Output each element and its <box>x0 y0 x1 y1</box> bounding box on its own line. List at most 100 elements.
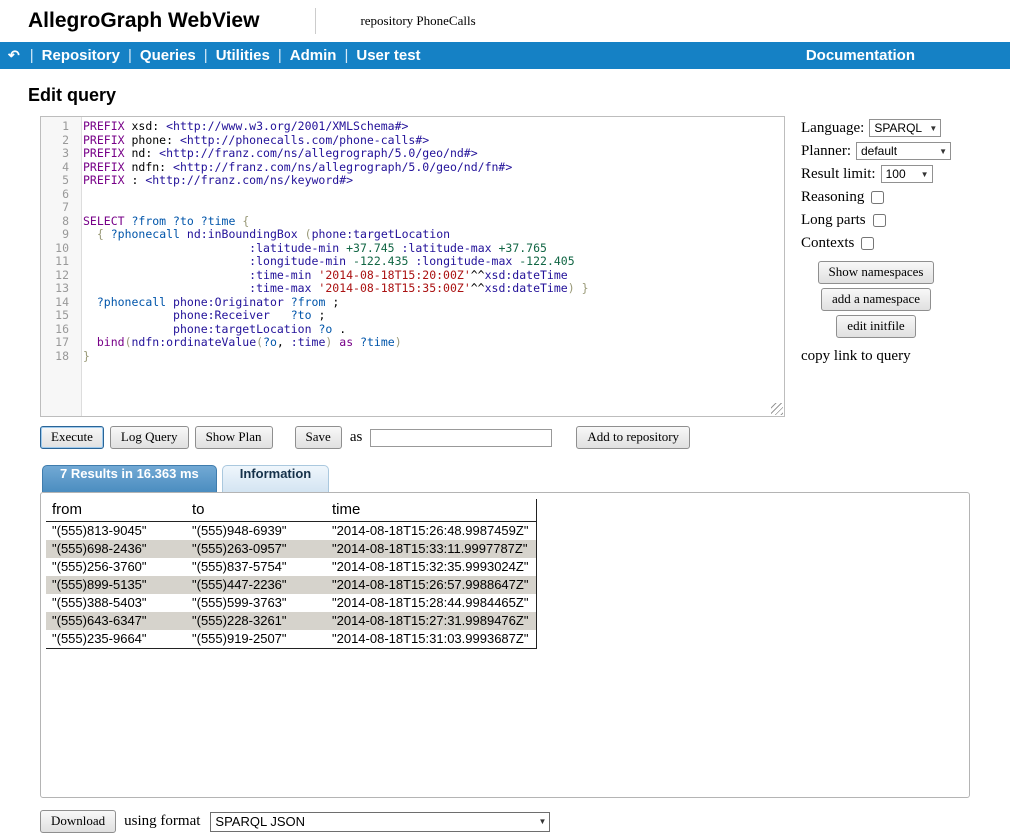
header: AllegroGraph WebView repository PhoneCal… <box>0 0 1010 42</box>
show-namespaces-button[interactable]: Show namespaces <box>818 261 935 284</box>
nav-items: |Repository|Queries|Utilities|Admin|User… <box>22 47 421 64</box>
chevron-down-icon: ▼ <box>539 817 547 826</box>
line-number: 14 <box>41 296 78 310</box>
resize-grip-icon[interactable] <box>771 403 783 415</box>
long-parts-checkbox[interactable] <box>873 214 886 227</box>
back-icon[interactable]: ↶ <box>8 47 20 64</box>
app-title: AllegroGraph WebView <box>28 9 259 33</box>
code-row: 1PREFIX xsd: <http://www.w3.org/2001/XML… <box>41 120 784 134</box>
add-namespace-button[interactable]: add a namespace <box>821 288 931 311</box>
table-row: "(555)643-6347""(555)228-3261""2014-08-1… <box>46 612 537 630</box>
results-table: fromtotime "(555)813-9045""(555)948-6939… <box>46 499 537 649</box>
table-row: "(555)388-5403""(555)599-3763""2014-08-1… <box>46 594 537 612</box>
planner-value: default <box>861 144 897 158</box>
code-row: 18} <box>41 350 784 364</box>
nav-item-admin[interactable]: Admin <box>290 47 337 64</box>
code-row: 17 bind(ndfn:ordinateValue(?o, :time) as… <box>41 336 784 350</box>
line-number: 8 <box>41 215 78 229</box>
result-limit-select[interactable]: 100 ▼ <box>881 165 933 183</box>
long-parts-row: Long parts <box>801 210 976 230</box>
code-row: 6 <box>41 188 784 202</box>
code-row: 10 :latitude-min +37.745 :latitude-max +… <box>41 242 784 256</box>
code-row: 14 ?phonecall phone:Originator ?from ; <box>41 296 784 310</box>
table-cell: "2014-08-18T15:26:48.9987459Z" <box>326 522 537 541</box>
code-line: phone:targetLocation ?o . <box>78 323 346 337</box>
tab-information-label: Information <box>240 466 312 481</box>
results-header-row: fromtotime <box>46 499 537 522</box>
nav-separator: | <box>30 47 34 64</box>
chevron-down-icon: ▼ <box>921 170 929 179</box>
code-line: ?phonecall phone:Originator ?from ; <box>78 296 339 310</box>
line-number: 2 <box>41 134 78 148</box>
reasoning-row: Reasoning <box>801 187 976 207</box>
nav-separator: | <box>128 47 132 64</box>
app-root: AllegroGraph WebView repository PhoneCal… <box>0 0 1010 833</box>
code-line: :time-min '2014-08-18T15:20:00Z'^^xsd:da… <box>78 269 568 283</box>
nav-item-repository[interactable]: Repository <box>42 47 120 64</box>
code-row: 2PREFIX phone: <http://phonecalls.com/ph… <box>41 134 784 148</box>
line-number: 16 <box>41 323 78 337</box>
show-plan-button[interactable]: Show Plan <box>195 426 273 449</box>
line-number: 10 <box>41 242 78 256</box>
table-cell: "(555)813-9045" <box>46 522 186 541</box>
table-row: "(555)256-3760""(555)837-5754""2014-08-1… <box>46 558 537 576</box>
code-row: 15 phone:Receiver ?to ; <box>41 309 784 323</box>
table-row: "(555)235-9664""(555)919-2507""2014-08-1… <box>46 630 537 649</box>
nav-item-utilities[interactable]: Utilities <box>216 47 270 64</box>
nav-item-documentation[interactable]: Documentation <box>806 47 915 64</box>
language-select[interactable]: SPARQL ▼ <box>869 119 941 137</box>
code-lines: 1PREFIX xsd: <http://www.w3.org/2001/XML… <box>41 117 784 363</box>
result-limit-label: Result limit: <box>801 166 876 183</box>
table-cell: "2014-08-18T15:26:57.9988647Z" <box>326 576 537 594</box>
code-row: 4PREFIX ndfn: <http://franz.com/ns/alleg… <box>41 161 784 175</box>
download-button[interactable]: Download <box>40 810 116 833</box>
table-cell: "2014-08-18T15:28:44.9984465Z" <box>326 594 537 612</box>
code-row: 16 phone:targetLocation ?o . <box>41 323 784 337</box>
page-title: Edit query <box>28 85 1010 106</box>
query-editor[interactable]: 1PREFIX xsd: <http://www.w3.org/2001/XML… <box>40 116 785 417</box>
format-select[interactable]: SPARQL JSON ▼ <box>210 812 550 832</box>
table-cell: "(555)599-3763" <box>186 594 326 612</box>
results-tabs: 7 Results in 16.363 ms Information <box>42 465 1010 492</box>
table-cell: "(555)256-3760" <box>46 558 186 576</box>
language-label: Language: <box>801 120 864 137</box>
nav-item-user-test[interactable]: User test <box>356 47 420 64</box>
save-name-input[interactable] <box>370 429 552 447</box>
table-cell: "2014-08-18T15:33:11.9997787Z" <box>326 540 537 558</box>
contexts-label: Contexts <box>801 235 854 252</box>
line-number: 13 <box>41 282 78 296</box>
reasoning-checkbox[interactable] <box>871 191 884 204</box>
execute-button[interactable]: Execute <box>40 426 104 449</box>
tab-results[interactable]: 7 Results in 16.363 ms <box>42 465 217 492</box>
chevron-down-icon: ▼ <box>939 147 947 156</box>
contexts-checkbox[interactable] <box>861 237 874 250</box>
nav-item-queries[interactable]: Queries <box>140 47 196 64</box>
save-button[interactable]: Save <box>295 426 342 449</box>
code-row: 8SELECT ?from ?to ?time { <box>41 215 784 229</box>
copy-link-to-query[interactable]: copy link to query <box>801 348 976 365</box>
reasoning-label: Reasoning <box>801 189 864 206</box>
line-number: 12 <box>41 269 78 283</box>
language-value: SPARQL <box>874 121 922 135</box>
table-cell: "2014-08-18T15:31:03.9993687Z" <box>326 630 537 649</box>
result-limit-row: Result limit: 100 ▼ <box>801 164 976 184</box>
code-line: PREFIX phone: <http://phonecalls.com/pho… <box>78 134 429 148</box>
edit-initfile-button[interactable]: edit initfile <box>836 315 915 338</box>
planner-select[interactable]: default ▼ <box>856 142 951 160</box>
line-number: 1 <box>41 120 78 134</box>
main-content: Edit query 1PREFIX xsd: <http://www.w3.o… <box>0 85 1010 833</box>
add-to-repository-button[interactable]: Add to repository <box>576 426 690 449</box>
table-cell: "(555)447-2236" <box>186 576 326 594</box>
table-cell: "(555)388-5403" <box>46 594 186 612</box>
code-line: PREFIX nd: <http://franz.com/ns/allegrog… <box>78 147 478 161</box>
tab-information[interactable]: Information <box>222 465 330 492</box>
tab-results-label: 7 Results in 16.363 ms <box>60 466 199 481</box>
code-row: 13 :time-max '2014-08-18T15:35:00Z'^^xsd… <box>41 282 784 296</box>
code-line: :longitude-min -122.435 :longitude-max -… <box>78 255 575 269</box>
results-panel: fromtotime "(555)813-9045""(555)948-6939… <box>40 492 970 798</box>
code-line: phone:Receiver ?to ; <box>78 309 325 323</box>
line-number: 3 <box>41 147 78 161</box>
log-query-button[interactable]: Log Query <box>110 426 189 449</box>
column-header-from: from <box>46 499 186 522</box>
repository-label: repository PhoneCalls <box>360 13 475 29</box>
